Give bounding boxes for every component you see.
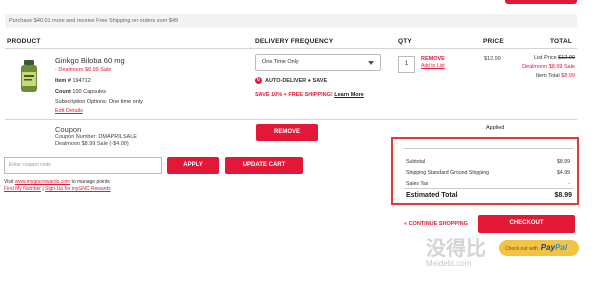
paypal-logo: PayPal <box>540 243 568 252</box>
estimated-total-value: $8.99 <box>554 192 572 199</box>
paypal-checkout-button[interactable]: Check out with PayPal <box>499 240 579 256</box>
header-divider <box>5 48 577 49</box>
update-cart-button[interactable]: UPDATE CART <box>225 157 303 174</box>
subtotal-value: $8.99 <box>557 159 570 165</box>
header-frequency: DELIVERY FREQUENCY <box>255 38 334 45</box>
chevron-down-icon <box>368 61 374 65</box>
unit-price: $12.99 <box>484 56 501 62</box>
find-number-link[interactable]: Find My Number <box>4 186 41 192</box>
quantity-input[interactable]: 1 <box>398 56 415 73</box>
auto-deliver-option[interactable]: ↻ AUTO-DELIVER ● SAVE <box>255 77 327 84</box>
shipping-label: Shipping Standard Ground Shipping <box>406 170 490 176</box>
watermark-url: Meidebi.com <box>426 259 472 268</box>
learn-more-link[interactable]: Learn More <box>334 92 364 98</box>
rewards-info: Visit www.mygncrewards.com to manage poi… <box>4 179 110 185</box>
refresh-icon: ↻ <box>255 77 262 84</box>
summary-divider <box>404 188 574 189</box>
item-total: Item Total $8.99 <box>535 73 575 79</box>
checkout-button[interactable]: CHECKOUT <box>478 215 575 233</box>
rewards-links: Find My Number | Sign-Up for myGNC Rewar… <box>4 186 111 192</box>
product-name[interactable]: Ginkgo Biloba 60 mg <box>55 56 125 65</box>
add-to-list-link[interactable]: Add to List <box>421 63 445 69</box>
free-shipping-promo: Purchase $40.01 more and receive Free Sh… <box>5 14 577 28</box>
top-button-edge[interactable] <box>505 0 577 4</box>
edit-details-link[interactable]: Edit Details <box>55 108 83 114</box>
coupon-status: Applied <box>486 125 505 131</box>
header-price: PRICE <box>483 38 504 45</box>
product-sale-tag: - Dealmoon $8.99 Sale <box>55 67 112 73</box>
row-divider <box>5 119 577 120</box>
header-qty: QTY <box>398 38 412 45</box>
remove-coupon-button[interactable]: REMOVE <box>256 124 318 141</box>
subtotal-label: Subtotal <box>406 159 426 165</box>
frequency-select[interactable]: One Time Only <box>255 54 381 71</box>
sales-tax-value: - <box>568 181 570 187</box>
watermark-logo: 没得比 <box>426 238 486 260</box>
item-count: Count 100 Capsules <box>55 89 107 95</box>
list-price: List Price $12.99 <box>534 55 575 61</box>
header-total: TOTAL <box>550 38 573 45</box>
subscription-options: Subscription Options: One time only <box>55 99 143 105</box>
product-bottle-image[interactable] <box>18 59 40 93</box>
estimated-total-label: Estimated Total <box>406 192 458 199</box>
save-promo-text: SAVE 10% + FREE SHIPPING! Learn More <box>255 92 364 98</box>
header-product: PRODUCT <box>7 38 41 45</box>
sales-tax-label: Sales Tax <box>406 181 429 187</box>
signup-rewards-link[interactable]: Sign-Up for myGNC Rewards <box>45 186 111 192</box>
summary-top-divider <box>404 148 574 149</box>
remove-item-link[interactable]: REMOVE <box>421 56 445 62</box>
shipping-value: $4.99 <box>557 170 570 176</box>
item-number: Item # 194712 <box>55 78 91 84</box>
continue-shopping-link[interactable]: « CONTINUE SHOPPING <box>404 221 468 227</box>
apply-coupon-button[interactable]: APPLY <box>167 157 219 174</box>
coupon-title: Coupon <box>55 125 82 134</box>
coupon-number: Coupon Number: DMAPRILSALE <box>55 134 137 140</box>
coupon-description: Dealmoon $8.99 Sale (-$4.00) <box>55 141 129 147</box>
coupon-code-input[interactable]: Enter coupon code <box>4 157 162 174</box>
rewards-site-link[interactable]: www.mygncrewards.com <box>15 179 70 185</box>
dealmoon-price: Dealmoon $8.99 Sale <box>522 64 575 70</box>
